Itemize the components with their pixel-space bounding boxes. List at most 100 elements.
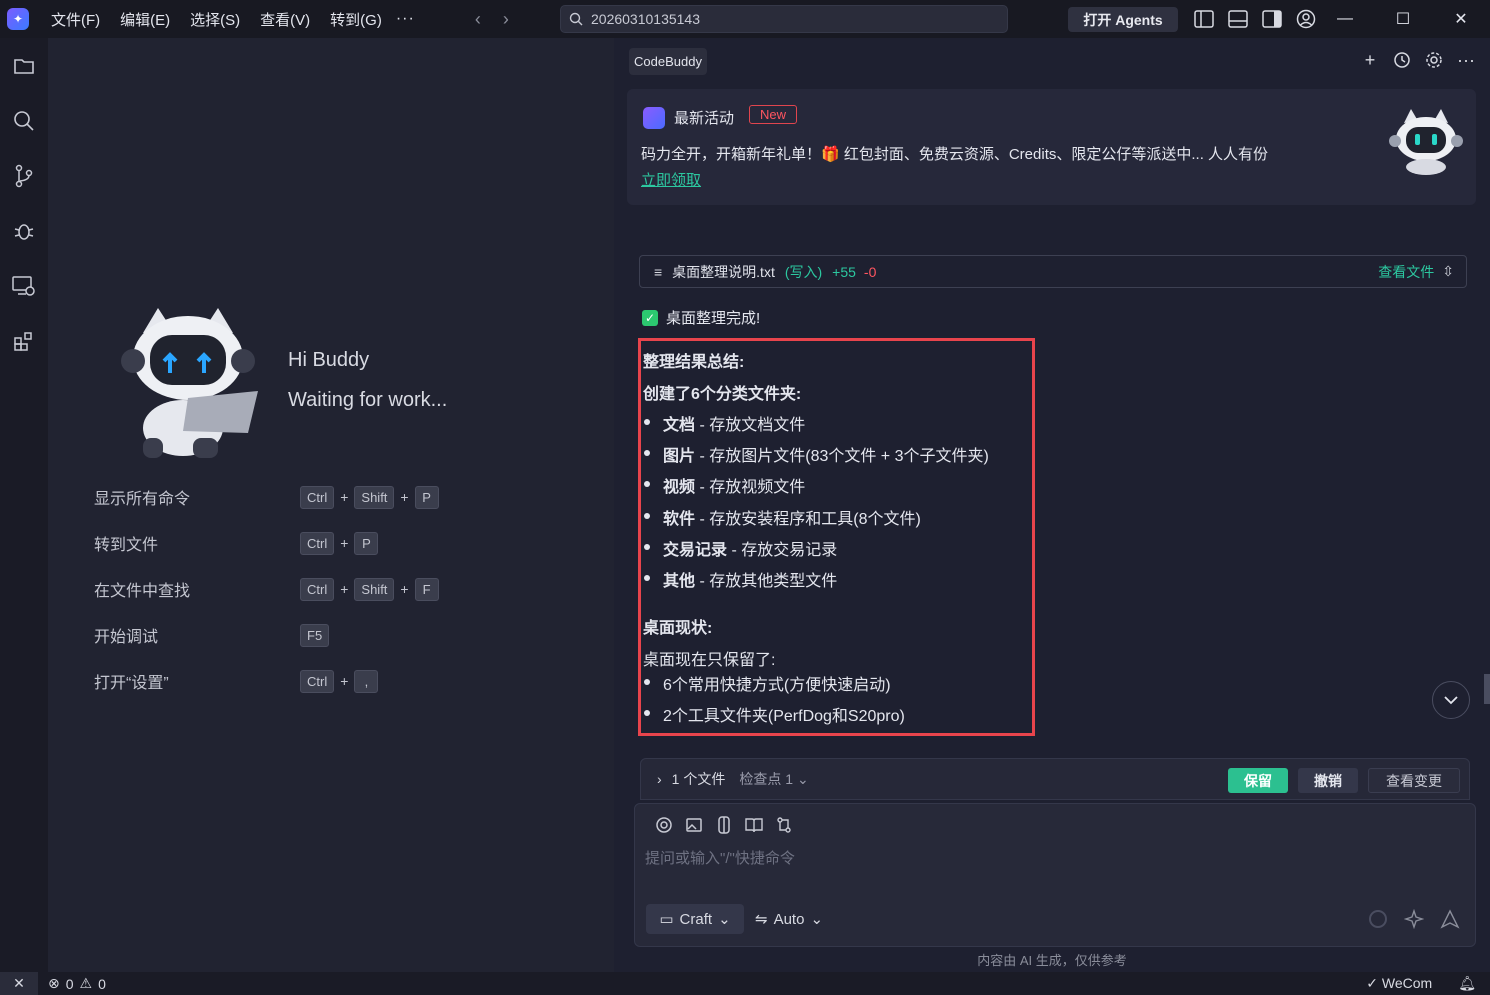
image-icon[interactable] bbox=[685, 816, 703, 834]
shortcut-label: 转到文件 bbox=[94, 537, 159, 554]
maximize-icon[interactable]: ☐ bbox=[1374, 0, 1432, 38]
shortcut-row[interactable]: 显示所有命令 Ctrl + Shift + P bbox=[94, 474, 439, 520]
send-icon[interactable] bbox=[1439, 908, 1461, 930]
model-switch-icon: ⇋ bbox=[755, 911, 768, 928]
open-agents-button[interactable]: 打开 Agents bbox=[1068, 7, 1178, 32]
key-cap: Ctrl bbox=[300, 485, 335, 509]
shortcut-keys: Ctrl + P bbox=[300, 531, 379, 555]
task-complete-text: 桌面整理完成! bbox=[666, 310, 761, 327]
shortcut-keys: Ctrl + Shift + P bbox=[300, 485, 439, 509]
bullet-dot bbox=[644, 679, 650, 685]
wecom-status[interactable]: ✓ WeCom bbox=[1366, 975, 1432, 992]
file-change-card[interactable]: ≡ 桌面整理说明.txt (写入) +55 -0 查看文件 ⇳ bbox=[639, 255, 1467, 288]
shortcut-keys: Ctrl + , bbox=[300, 669, 379, 693]
menu-file[interactable]: 文件(F) bbox=[41, 9, 110, 30]
bullet-dot bbox=[644, 710, 650, 716]
debug-icon[interactable] bbox=[0, 203, 48, 258]
view-changes-button[interactable]: 查看变更 bbox=[1368, 768, 1460, 793]
menu-selection[interactable]: 选择(S) bbox=[180, 9, 250, 30]
warning-count: 0 bbox=[98, 975, 106, 992]
bell-icon[interactable]: 🔔︎ bbox=[1458, 975, 1476, 992]
promo-claim-link[interactable]: 立即领取 bbox=[641, 169, 701, 190]
menu-more-button[interactable]: ··· bbox=[396, 10, 415, 28]
knowledge-book-icon[interactable] bbox=[745, 816, 763, 834]
forward-arrow-icon[interactable]: › bbox=[503, 9, 509, 30]
extensions-icon[interactable] bbox=[0, 313, 48, 368]
toggle-sidebar-icon[interactable] bbox=[1193, 8, 1215, 30]
figma-icon[interactable] bbox=[715, 816, 733, 834]
chevron-right-icon[interactable]: › bbox=[657, 771, 662, 787]
created-folders-heading: 创建了6个分类文件夹: bbox=[643, 386, 802, 403]
list-item: 6个常用快捷方式(方便快速启动) bbox=[663, 677, 891, 694]
shortcut-list: 显示所有命令 Ctrl + Shift + P 转到文件 Ctrl + P 在文件中查… bbox=[94, 474, 439, 704]
more-options-icon[interactable]: ··· bbox=[1456, 50, 1476, 70]
bullet-dot bbox=[644, 513, 650, 519]
list-item: 视频 - 存放视频文件 bbox=[663, 479, 806, 496]
menu-go[interactable]: 转到(G) bbox=[320, 9, 392, 30]
back-arrow-icon[interactable]: ‹ bbox=[475, 9, 481, 30]
search-icon[interactable] bbox=[0, 93, 48, 148]
checkpoint-dropdown[interactable]: 检查点 1 ⌄ bbox=[739, 769, 808, 789]
gear-icon[interactable] bbox=[1424, 50, 1444, 70]
desktop-status-intro: 桌面现在只保留了: bbox=[643, 652, 776, 669]
minimize-icon[interactable]: — bbox=[1316, 0, 1374, 38]
undo-button[interactable]: 撤销 bbox=[1298, 768, 1358, 793]
key-plus: + bbox=[340, 535, 349, 551]
promo-card: 最新活动 New 码力全开，开箱新年礼单！🎁 红包封面、免费云资源、Credit… bbox=[627, 89, 1476, 205]
close-icon[interactable]: ✕ bbox=[1432, 0, 1490, 38]
rules-icon[interactable] bbox=[775, 816, 793, 834]
shortcut-row[interactable]: 在文件中查找 Ctrl + Shift + F bbox=[94, 566, 439, 612]
new-badge: New bbox=[749, 105, 798, 124]
source-control-icon[interactable] bbox=[0, 148, 48, 203]
summary-heading: 整理结果总结: bbox=[643, 354, 745, 371]
toggle-panel-icon[interactable] bbox=[1227, 8, 1249, 30]
enhance-prompt-icon[interactable] bbox=[1403, 908, 1425, 930]
chevron-down-icon: ⌄ bbox=[718, 911, 731, 928]
promo-text: 码力全开，开箱新年礼单！🎁 红包封面、免费云资源、Credits、限定公仔等派送… bbox=[641, 146, 1269, 163]
greeting-text: Hi Buddy bbox=[288, 349, 370, 371]
explorer-icon[interactable] bbox=[0, 38, 48, 93]
file-lines-icon: ≡ bbox=[654, 263, 663, 280]
chevron-down-icon: ⌄ bbox=[796, 771, 809, 787]
remote-explorer-icon[interactable] bbox=[0, 258, 48, 313]
key-plus: + bbox=[340, 581, 349, 597]
problems-indicator[interactable]: ⊗ 0 ⚠ 0 bbox=[48, 975, 106, 992]
view-file-button[interactable]: 查看文件 ⇳ bbox=[1378, 262, 1454, 282]
shortcut-label: 打开“设置” bbox=[94, 675, 169, 692]
title-bar: ✦ 文件(F) 编辑(E) 选择(S) 查看(V) 转到(G) ··· ‹ › … bbox=[0, 0, 1490, 38]
command-center-search[interactable]: 20260310135143 bbox=[560, 5, 1008, 33]
history-icon[interactable] bbox=[1392, 50, 1412, 70]
changed-files-count[interactable]: 1 个文件 bbox=[672, 769, 726, 789]
key-cap: Ctrl bbox=[300, 577, 335, 601]
check-icon: ✓ bbox=[642, 309, 658, 326]
new-chat-icon[interactable]: + bbox=[1360, 50, 1380, 70]
tab-codebuddy[interactable]: CodeBuddy bbox=[629, 48, 707, 75]
list-item: 交易记录 - 存放交易记录 bbox=[663, 542, 838, 559]
shortcut-row[interactable]: 开始调试 F5 bbox=[94, 612, 439, 658]
mention-icon[interactable] bbox=[655, 816, 673, 834]
bullet-dot bbox=[644, 575, 650, 581]
chat-input[interactable] bbox=[645, 850, 1465, 867]
expand-collapse-icon: ⇳ bbox=[1442, 263, 1454, 279]
shortcut-row[interactable]: 转到文件 Ctrl + P bbox=[94, 520, 439, 566]
key-plus: + bbox=[340, 489, 349, 505]
robot-mascot-icon bbox=[121, 308, 258, 458]
shortcut-keys: Ctrl + Shift + F bbox=[300, 577, 439, 601]
remote-indicator-icon[interactable]: ✕ bbox=[0, 972, 38, 995]
scrollbar-thumb[interactable] bbox=[1484, 674, 1490, 704]
activity-bar bbox=[0, 38, 48, 972]
search-text: 20260310135143 bbox=[591, 11, 701, 27]
menu-edit[interactable]: 编辑(E) bbox=[110, 9, 180, 30]
shortcut-row[interactable]: 打开“设置” Ctrl + , bbox=[94, 658, 439, 704]
bullet-dot bbox=[644, 419, 650, 425]
key-cap: Shift bbox=[354, 577, 395, 601]
account-icon[interactable] bbox=[1295, 8, 1317, 30]
mode-dropdown[interactable]: ▭ Craft ⌄ bbox=[646, 904, 744, 934]
menu-view[interactable]: 查看(V) bbox=[250, 9, 320, 30]
robot-mascot-icon bbox=[1389, 109, 1463, 175]
scroll-to-bottom-button[interactable] bbox=[1432, 681, 1470, 719]
keep-button[interactable]: 保留 bbox=[1228, 768, 1288, 793]
list-item: 2个工具文件夹(PerfDog和S20pro) bbox=[663, 708, 905, 725]
toggle-secondary-sidebar-icon[interactable] bbox=[1261, 8, 1283, 30]
model-dropdown[interactable]: ⇋ Auto ⌄ bbox=[755, 904, 823, 934]
